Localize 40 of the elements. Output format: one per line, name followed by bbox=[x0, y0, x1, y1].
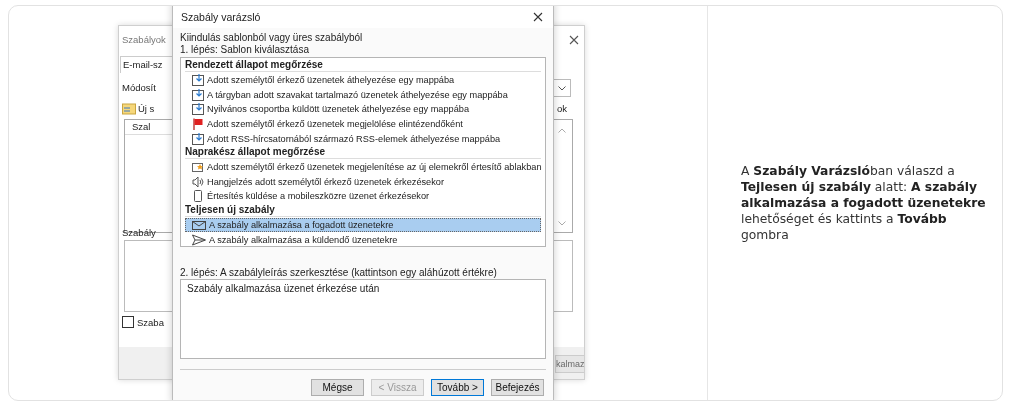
toolbar-label: ok bbox=[557, 103, 568, 114]
group-header: Teljesen új szabály bbox=[185, 203, 541, 217]
move-to-folder-icon bbox=[192, 103, 204, 116]
group-header: Rendezett állapot megőrzése bbox=[185, 59, 541, 72]
move-to-folder-icon bbox=[192, 74, 204, 87]
window-title: Szabályok bbox=[122, 34, 166, 45]
speaker-icon bbox=[192, 175, 204, 188]
dialog-button[interactable]: Tovább > bbox=[431, 379, 484, 396]
envelope-icon bbox=[192, 219, 206, 232]
template-item[interactable]: A szabály alkalmazása a küldendő üzenetekre bbox=[185, 232, 541, 247]
template-item[interactable]: Adott személytől érkező üzenetek megjelenítése az új elemekről értesítő ablakban bbox=[185, 159, 541, 175]
dialog-button[interactable]: Befejezés bbox=[491, 379, 544, 396]
window-title: Szabály varázsló bbox=[181, 10, 261, 23]
close-icon[interactable] bbox=[533, 11, 543, 22]
close-icon[interactable] bbox=[569, 35, 579, 45]
caret-icon bbox=[558, 86, 566, 91]
move-to-folder-icon bbox=[192, 88, 204, 101]
template-item[interactable]: Nyilvános csoportba küldött üzenetek áthelyezése egy mappába bbox=[185, 102, 541, 117]
step-label: 1. lépés: Sablon kiválasztása bbox=[180, 44, 310, 56]
checkbox-label: Szaba bbox=[137, 316, 164, 328]
group-header: Naprakész állapot megőrzése bbox=[185, 145, 541, 159]
template-item[interactable]: Értesítés küldése a mobileszközre üzenet érkezésekor bbox=[185, 189, 541, 204]
heading: Kiindulás sablonból vagy üres szabályból bbox=[180, 32, 364, 44]
move-to-folder-icon bbox=[192, 132, 204, 145]
toolbar-button[interactable]: Új s bbox=[138, 103, 155, 114]
template-item[interactable]: A szabály alkalmazása a fogadott üzenetekre bbox=[185, 217, 541, 233]
instruction-text: A Szabály Varázslóban válaszd a Tejlesen új szabály alatt: A szabály alkalmazása a fogadott üzenetekre lehetőséget és kattints a Tovább gombra bbox=[741, 163, 987, 243]
dialog-button[interactable]: Mégse bbox=[311, 379, 364, 396]
paper-plane-icon bbox=[192, 233, 206, 246]
step-label: 2. lépés: A szabályleírás szerkesztése (kattintson egy aláhúzott értékre) bbox=[180, 267, 498, 279]
template-item[interactable]: Adott személytől érkező üzenetek áthelyezése egy mappába bbox=[185, 73, 541, 88]
checkbox[interactable] bbox=[122, 316, 134, 328]
field-label: Módosít bbox=[122, 82, 156, 93]
template-item[interactable]: A tárgyban adott szavakat tartalmazó üzenetek áthelyezése egy mappába bbox=[185, 87, 541, 103]
rule-description: Szabály alkalmazása üzenet érkezése után bbox=[187, 283, 380, 294]
template-item[interactable]: Hangjelzés adott személytől érkező üzenetek érkezésekor bbox=[185, 174, 541, 190]
apply-button[interactable]: kalmaz bbox=[555, 355, 584, 373]
section-label: Szabály bbox=[122, 227, 156, 238]
flag-icon bbox=[192, 118, 204, 131]
phone-icon bbox=[192, 190, 204, 203]
